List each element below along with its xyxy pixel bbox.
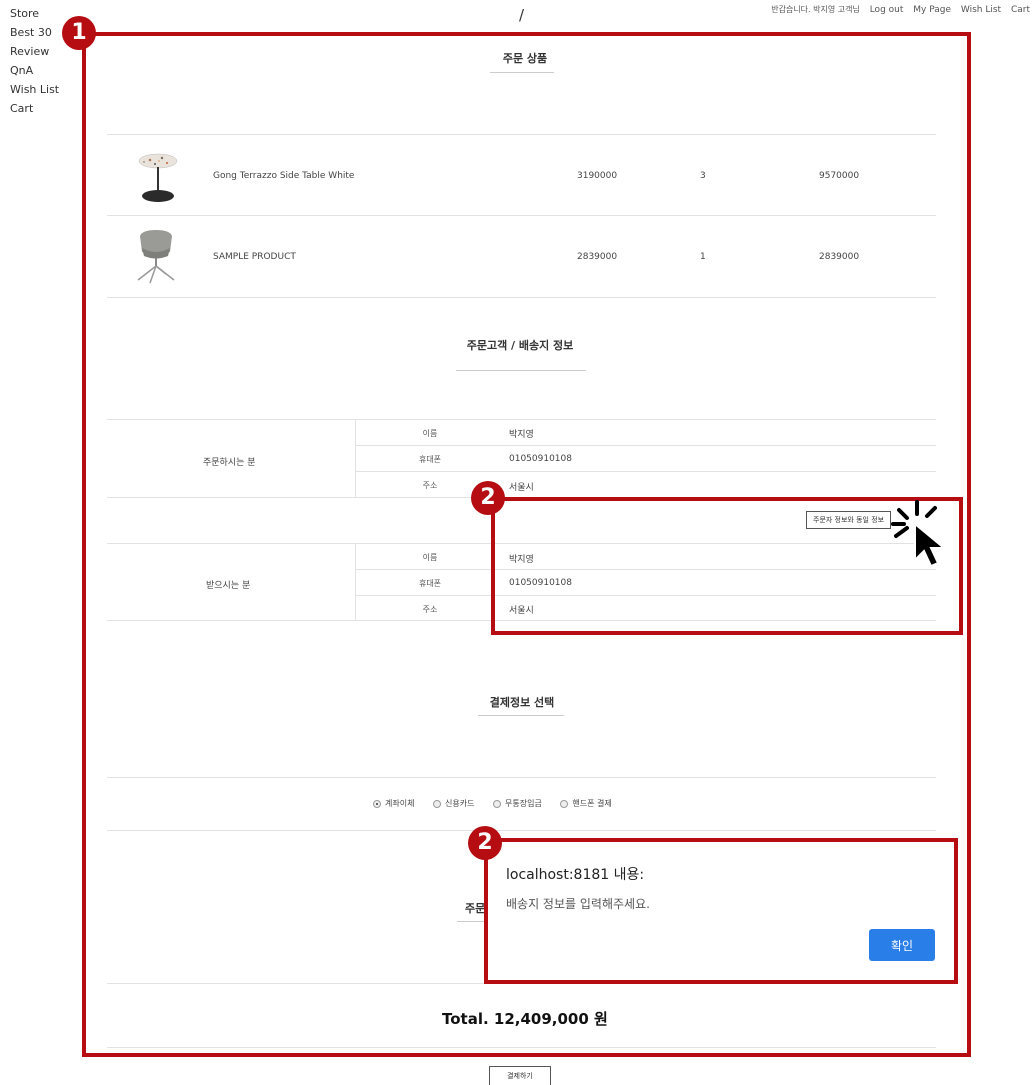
annotation-badge-3: 2 — [468, 826, 502, 860]
annotation-box-3 — [484, 838, 958, 984]
annotation-badge-1: 1 — [62, 16, 96, 50]
logo[interactable]: / — [519, 6, 524, 24]
cart-link[interactable]: Cart — [1011, 5, 1030, 15]
nav-wish-list[interactable]: Wish List — [10, 80, 59, 99]
annotation-badge-2: 2 — [471, 481, 505, 515]
click-cursor-icon — [890, 498, 970, 582]
pay-button[interactable]: 결제하기 — [489, 1066, 551, 1085]
wishlist-link[interactable]: Wish List — [961, 5, 1001, 15]
left-nav: Store Best 30 Review QnA Wish List Cart — [10, 4, 59, 118]
nav-best-30[interactable]: Best 30 — [10, 23, 59, 42]
greeting-text: 반갑습니다. 박지영 고객님 — [771, 5, 860, 14]
nav-store[interactable]: Store — [10, 4, 59, 23]
nav-cart[interactable]: Cart — [10, 99, 59, 118]
nav-qna[interactable]: QnA — [10, 61, 59, 80]
top-nav: 반갑습니다. 박지영 고객님 Log out My Page Wish List… — [764, 4, 1030, 15]
nav-review[interactable]: Review — [10, 42, 59, 61]
mypage-link[interactable]: My Page — [913, 5, 951, 15]
logout-link[interactable]: Log out — [870, 5, 904, 15]
